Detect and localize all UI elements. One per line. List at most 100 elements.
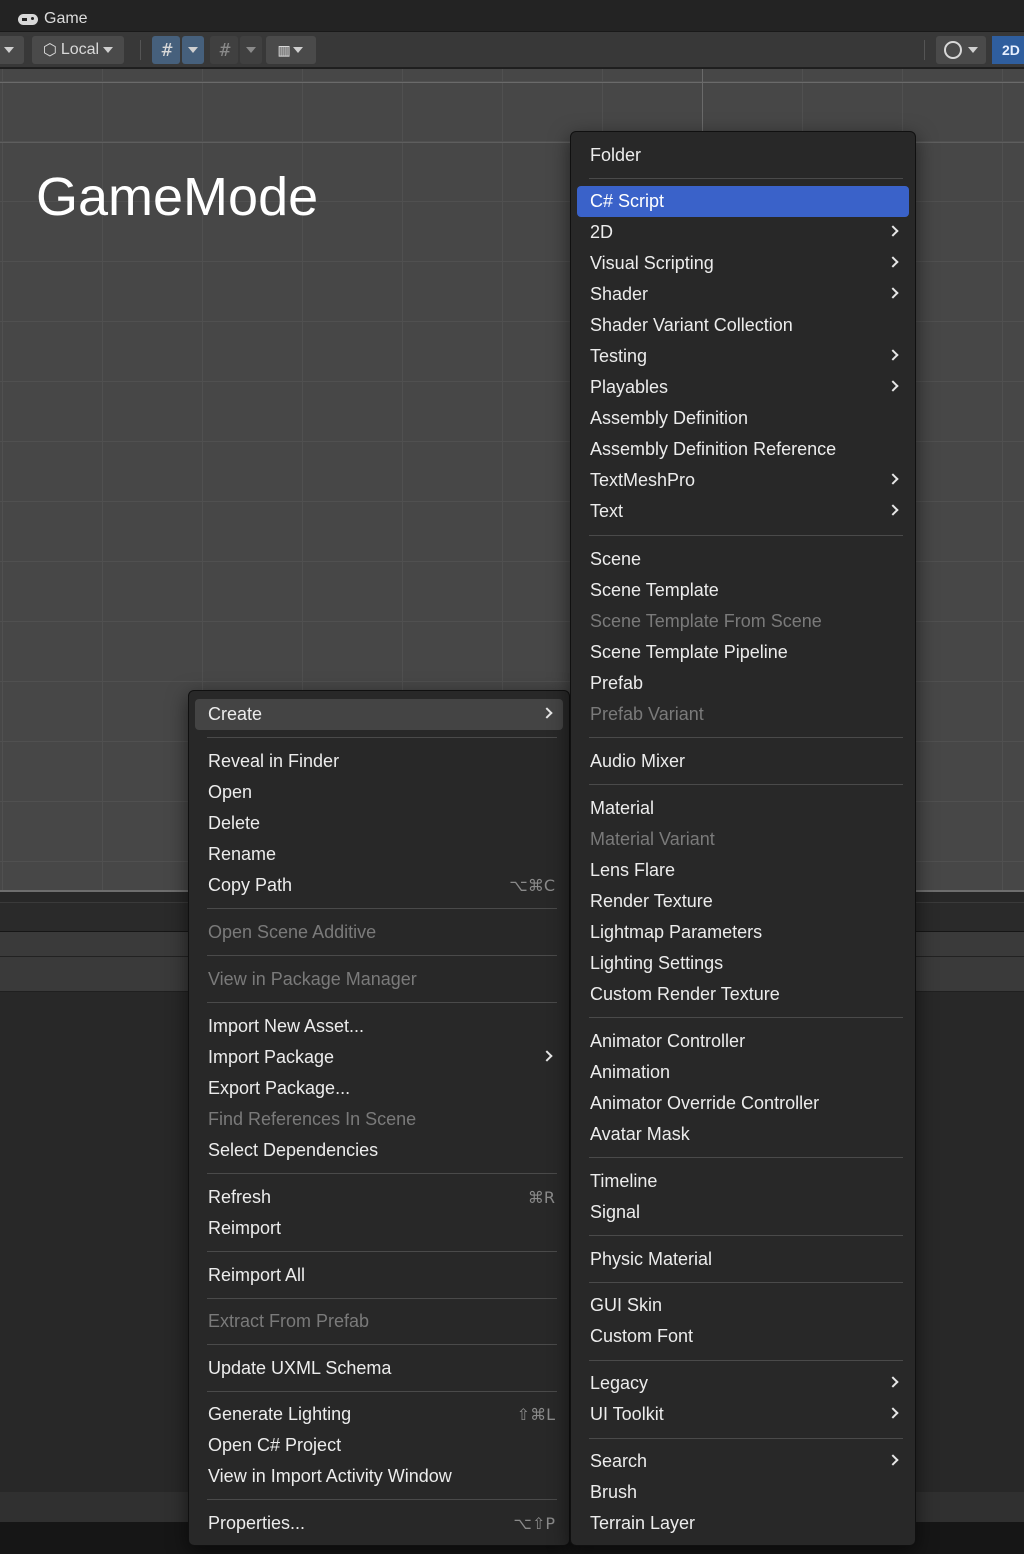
menu-item-label: Scene Template Pipeline (590, 642, 788, 662)
menu-item-folder[interactable]: Folder (577, 140, 909, 171)
menu-item-label: Animation (590, 1062, 671, 1082)
menu-item-reveal-in-finder[interactable]: Reveal in Finder (195, 746, 563, 777)
menu-item-label: 2D (590, 222, 614, 242)
menu-item-scene[interactable]: Scene (577, 544, 909, 575)
menu-item-prefab[interactable]: Prefab (577, 668, 909, 699)
menu-item-label: Material (590, 798, 655, 818)
menu-item-render-texture[interactable]: Render Texture (577, 886, 909, 917)
menu-divider (207, 737, 557, 738)
menu-item-properties[interactable]: Properties... ⌥⇧P (195, 1508, 563, 1539)
menu-item-find-references-in-scene: Find References In Scene (195, 1104, 563, 1135)
menu-item-label: Testing (590, 346, 648, 366)
menu-item-custom-render-texture[interactable]: Custom Render Texture (577, 979, 909, 1010)
menu-item-delete[interactable]: Delete (195, 808, 563, 839)
menu-item-text[interactable]: Text (577, 496, 909, 527)
increment-snap-dropdown[interactable] (240, 36, 262, 64)
menu-item-search[interactable]: Search (577, 1446, 909, 1477)
chevron-down-icon (246, 47, 256, 53)
menu-item-label: Animator Override Controller (590, 1093, 820, 1113)
menu-item-label: Open C# Project (208, 1435, 342, 1455)
game-tab[interactable]: Game (8, 6, 98, 32)
menu-item-label: Audio Mixer (590, 751, 686, 771)
menu-item-label: Visual Scripting (590, 253, 714, 273)
menu-divider (207, 1499, 557, 1500)
menu-item-generate-lighting[interactable]: Generate Lighting ⇧⌘L (195, 1399, 563, 1430)
menu-item-refresh[interactable]: Refresh ⌘R (195, 1182, 563, 1213)
menu-item-assembly-definition-reference[interactable]: Assembly Definition Reference (577, 434, 909, 465)
menu-item-import-package[interactable]: Import Package (195, 1042, 563, 1073)
menu-item-label: C# Script (590, 191, 665, 211)
menu-item-export-package[interactable]: Export Package... (195, 1073, 563, 1104)
menu-item-animator-override-controller[interactable]: Animator Override Controller (577, 1088, 909, 1119)
increment-snap-icon: # (219, 39, 231, 61)
menu-item-animation[interactable]: Animation (577, 1057, 909, 1088)
game-tab-label: Game (44, 10, 88, 27)
menu-item-terrain-layer[interactable]: Terrain Layer (577, 1508, 909, 1539)
menu-item-label: Text (590, 501, 624, 521)
increment-snap-button[interactable]: # (210, 36, 238, 64)
menu-item-assembly-definition[interactable]: Assembly Definition (577, 403, 909, 434)
menu-item-visual-scripting[interactable]: Visual Scripting (577, 248, 909, 279)
menu-item-shader[interactable]: Shader (577, 279, 909, 310)
menu-item-label: Reimport (208, 1218, 282, 1238)
menu-item-label: UI Toolkit (590, 1404, 664, 1424)
menu-item-label: Open (208, 782, 253, 802)
menu-item-label: Signal (590, 1202, 641, 1222)
menu-item-physic-material[interactable]: Physic Material (577, 1244, 909, 1275)
menu-item-timeline[interactable]: Timeline (577, 1166, 909, 1197)
toggle-2d-button[interactable]: 2D (992, 36, 1024, 64)
chevron-right-icon (887, 380, 899, 392)
menu-item-material[interactable]: Material (577, 793, 909, 824)
menu-item-label: Lighting Settings (590, 953, 724, 973)
menu-item-ui-toolkit[interactable]: UI Toolkit (577, 1399, 909, 1430)
menu-item-avatar-mask[interactable]: Avatar Mask (577, 1119, 909, 1150)
menu-item-lightmap-parameters[interactable]: Lightmap Parameters (577, 917, 909, 948)
menu-item-lighting-settings[interactable]: Lighting Settings (577, 948, 909, 979)
menu-item-textmeshpro[interactable]: TextMeshPro (577, 465, 909, 496)
menu-divider (589, 1282, 903, 1283)
menu-item-create[interactable]: Create (195, 699, 563, 730)
tool-dropdown-button[interactable] (0, 36, 24, 64)
menu-item-brush[interactable]: Brush (577, 1477, 909, 1508)
menu-divider (589, 737, 903, 738)
menu-divider (589, 1360, 903, 1361)
menu-item-label: Render Texture (590, 891, 713, 911)
menu-item-view-in-import-activity-window[interactable]: View in Import Activity Window (195, 1461, 563, 1492)
menu-item-legacy[interactable]: Legacy (577, 1368, 909, 1399)
menu-item-open[interactable]: Open (195, 777, 563, 808)
menu-item-copy-path[interactable]: Copy Path ⌥⌘C (195, 870, 563, 901)
chevron-down-icon (4, 47, 14, 53)
menu-item-scene-template-pipeline[interactable]: Scene Template Pipeline (577, 637, 909, 668)
grid-snap-dropdown[interactable] (182, 36, 204, 64)
grid-visibility-dropdown[interactable]: ▥ (266, 36, 316, 64)
menu-item-update-uxml-schema[interactable]: Update UXML Schema (195, 1353, 563, 1384)
menu-item-label: Custom Font (590, 1326, 694, 1346)
menu-item-import-new-asset[interactable]: Import New Asset... (195, 1011, 563, 1042)
menu-item-signal[interactable]: Signal (577, 1197, 909, 1228)
menu-item-reimport-all[interactable]: Reimport All (195, 1260, 563, 1291)
grid-snap-button[interactable]: # (152, 36, 180, 64)
menu-item-shader-variant-collection[interactable]: Shader Variant Collection (577, 310, 909, 341)
menu-item-open-csharp-project[interactable]: Open C# Project (195, 1430, 563, 1461)
menu-item-audio-mixer[interactable]: Audio Mixer (577, 746, 909, 777)
chevron-right-icon (887, 225, 899, 237)
window-tab-bar: Game (0, 0, 1024, 32)
menu-item-csharp-script[interactable]: C# Script (577, 186, 909, 217)
menu-item-select-dependencies[interactable]: Select Dependencies (195, 1135, 563, 1166)
menu-item-label: Create (208, 704, 263, 724)
menu-item-animator-controller[interactable]: Animator Controller (577, 1026, 909, 1057)
create-submenu: Folder C# Script 2D Visual Scripting Sha… (570, 131, 916, 1546)
menu-item-scene-template[interactable]: Scene Template (577, 575, 909, 606)
menu-item-lens-flare[interactable]: Lens Flare (577, 855, 909, 886)
draw-mode-dropdown[interactable] (936, 36, 986, 64)
menu-item-2d[interactable]: 2D (577, 217, 909, 248)
chevron-right-icon (541, 1050, 553, 1062)
menu-item-reimport[interactable]: Reimport (195, 1213, 563, 1244)
pivot-local-dropdown[interactable]: ⬡ Local (32, 36, 124, 64)
menu-item-testing[interactable]: Testing (577, 341, 909, 372)
menu-item-rename[interactable]: Rename (195, 839, 563, 870)
menu-item-custom-font[interactable]: Custom Font (577, 1321, 909, 1352)
menu-item-playables[interactable]: Playables (577, 372, 909, 403)
menu-item-label: GUI Skin (590, 1295, 663, 1315)
menu-item-gui-skin[interactable]: GUI Skin (577, 1290, 909, 1321)
